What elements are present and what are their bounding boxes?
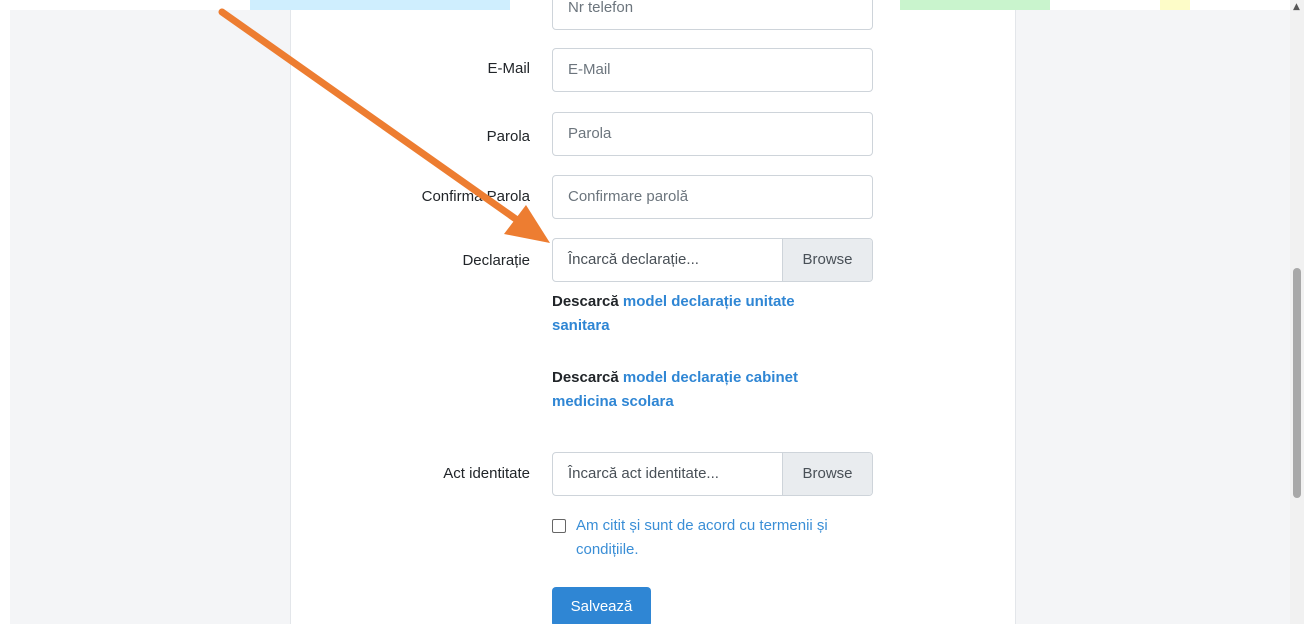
phone-field[interactable]: Nr telefon — [552, 0, 873, 30]
save-button[interactable]: Salvează — [552, 587, 651, 624]
terms-label[interactable]: Am citit și sunt de acord cu termenii și… — [552, 514, 882, 562]
terms-checkbox-row[interactable]: Am citit și sunt de acord cu termenii și… — [552, 514, 882, 562]
download-prefix: Descarcă — [552, 293, 619, 310]
scroll-up-icon[interactable]: ▲ — [1293, 2, 1300, 12]
email-placeholder: E-Mail — [568, 61, 611, 78]
identity-placeholder: Încarcă act identitate... — [568, 465, 719, 482]
identity-label: Act identitate — [443, 465, 530, 482]
email-label: E-Mail — [487, 60, 530, 77]
download-declaration-cabinet: Descarcă model declarație cabinet medici… — [552, 366, 852, 414]
confirm-password-placeholder: Confirmare parolă — [568, 188, 689, 205]
declaration-file-input[interactable]: Încarcă declarație... Browse — [552, 238, 873, 282]
scrollbar-thumb[interactable] — [1293, 268, 1301, 498]
phone-placeholder: Nr telefon — [568, 0, 634, 16]
confirm-password-label: Confirmă Parola — [421, 188, 530, 205]
identity-browse-button[interactable]: Browse — [782, 453, 872, 495]
identity-file-input[interactable]: Încarcă act identitate... Browse — [552, 452, 873, 496]
download-declaration-unitate: Descarcă model declarație unitate sanita… — [552, 290, 852, 338]
confirm-password-field[interactable]: Confirmare parolă — [552, 175, 873, 219]
email-field[interactable]: E-Mail — [552, 48, 873, 92]
password-placeholder: Parola — [568, 125, 612, 142]
declaration-label: Declarație — [462, 252, 530, 269]
left-gutter — [0, 10, 10, 624]
password-field[interactable]: Parola — [552, 112, 873, 156]
password-label: Parola — [486, 128, 530, 145]
page-scrollbar[interactable]: ▲ — [1290, 0, 1304, 624]
download-prefix: Descarcă — [552, 369, 619, 386]
terms-checkbox[interactable] — [552, 519, 566, 533]
declaration-browse-button[interactable]: Browse — [782, 239, 872, 281]
declaration-placeholder: Încarcă declarație... — [568, 251, 699, 268]
